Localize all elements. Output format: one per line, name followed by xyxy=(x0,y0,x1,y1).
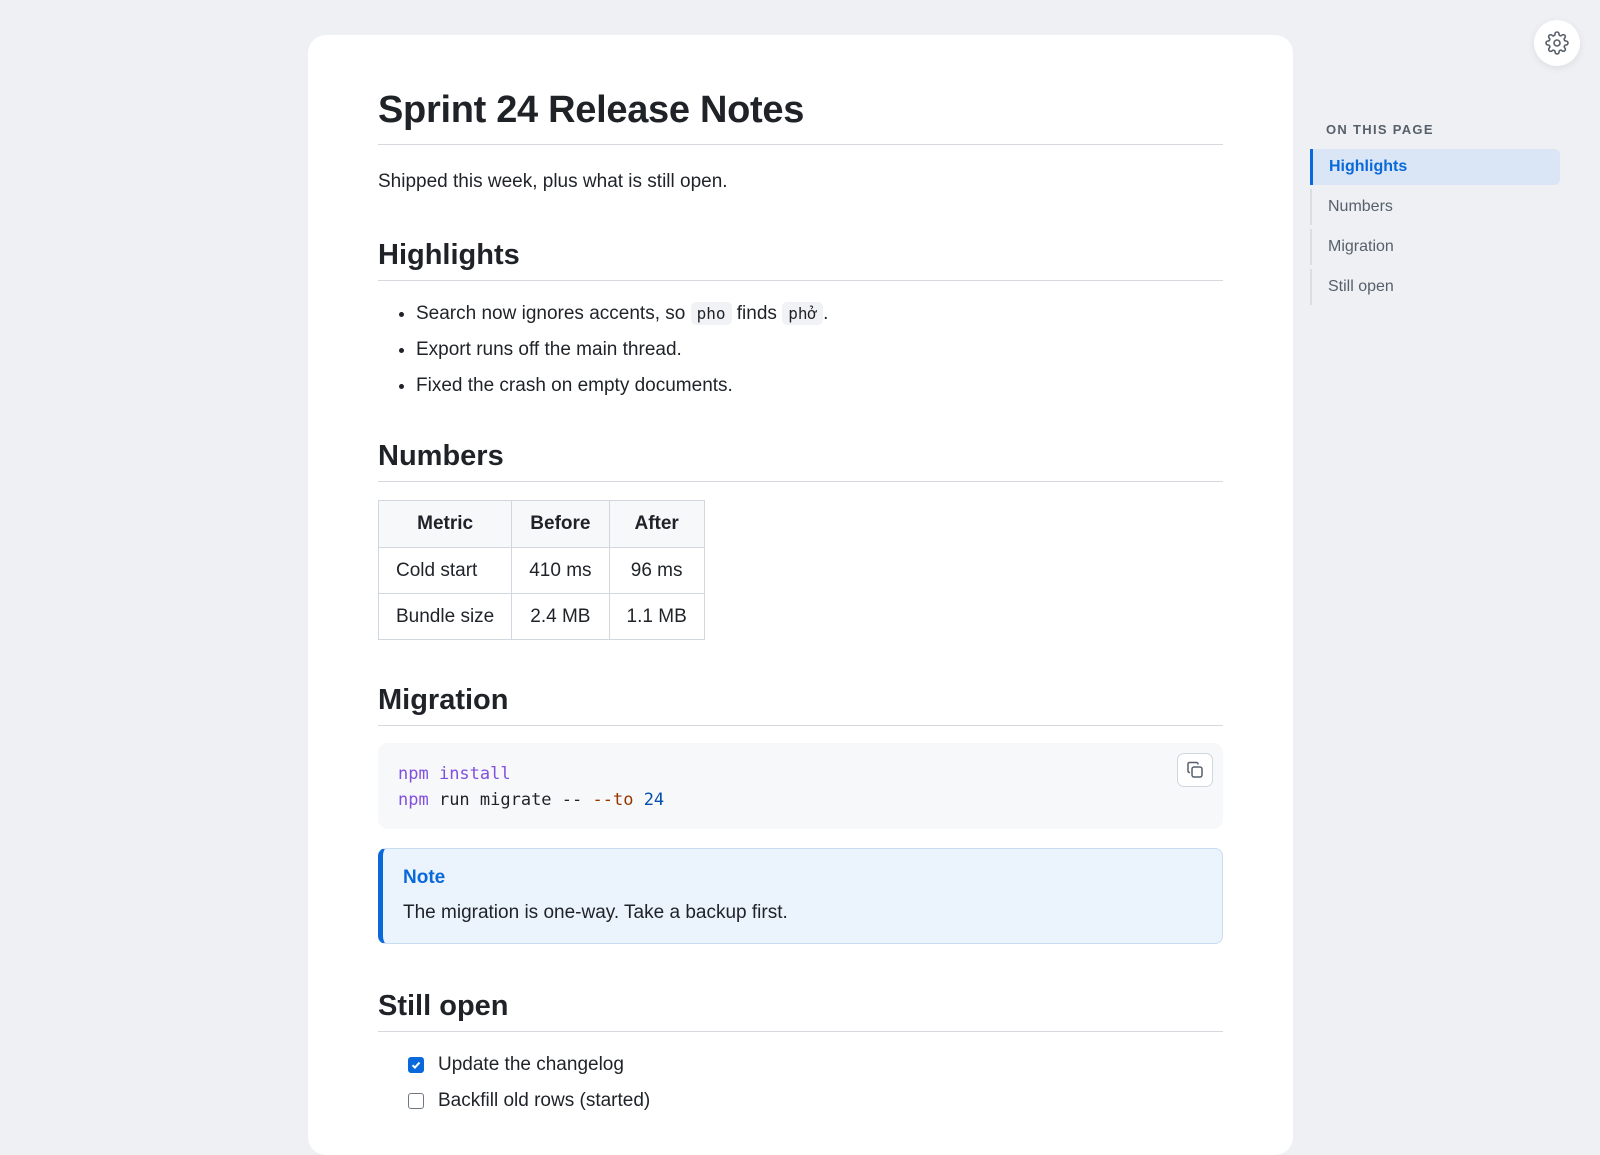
task-item: Backfill old rows (started) xyxy=(408,1088,1223,1114)
task-checkbox[interactable] xyxy=(408,1057,424,1073)
section-highlights: Highlights Search now ignores accents, s… xyxy=(378,239,1223,398)
table-row: Bundle size 2.4 MB 1.1 MB xyxy=(377,593,705,640)
code-token: install xyxy=(428,764,511,784)
copy-icon xyxy=(1187,761,1203,778)
table-cell: Cold start xyxy=(377,547,513,594)
code-token: 24 xyxy=(643,790,665,810)
check-icon xyxy=(411,1061,421,1070)
task-label: Backfill old rows (started) xyxy=(438,1090,651,1111)
column-header: After xyxy=(608,500,705,548)
table-cell: 1.1 MB xyxy=(608,593,705,640)
highlights-list: Search now ignores accents, so pho finds… xyxy=(378,301,1223,398)
table-cell: 2.4 MB xyxy=(511,593,610,640)
list-item-text: finds xyxy=(731,303,783,324)
table-cell: Bundle size xyxy=(377,593,513,640)
settings-button[interactable] xyxy=(1534,20,1580,66)
toc-item-highlights[interactable]: Highlights xyxy=(1310,149,1560,185)
inline-code: pho xyxy=(690,302,732,325)
code-token: npm xyxy=(398,790,429,810)
gear-icon xyxy=(1545,31,1569,55)
column-header: Metric xyxy=(377,500,513,548)
list-item: Export runs off the main thread. xyxy=(416,337,1223,362)
page-subtitle: Shipped this week, plus what is still op… xyxy=(378,171,728,192)
heading-still-open: Still open xyxy=(378,990,1223,1032)
code-token: npm xyxy=(398,764,429,784)
document-card: Sprint 24 Release Notes Shipped this wee… xyxy=(308,35,1293,1155)
table-cell: 96 ms xyxy=(608,547,705,594)
code-token: run migrate -- xyxy=(428,790,593,810)
callout-title: Note xyxy=(403,867,446,888)
toc-item-migration[interactable]: Migration xyxy=(1310,229,1560,265)
toc-heading: ON THIS PAGE xyxy=(1326,122,1434,137)
heading-numbers: Numbers xyxy=(378,440,1223,482)
column-header: Before xyxy=(511,500,610,548)
callout-body: The migration is one-way. Take a backup … xyxy=(403,902,788,923)
metrics-table: Metric Before After Cold start 410 ms 96… xyxy=(377,500,705,640)
task-list: Update the changelog Backfill old rows (… xyxy=(378,1052,1223,1114)
code-line: npm run migrate -- --to 24 xyxy=(398,787,1203,813)
heading-migration: Migration xyxy=(378,684,1223,726)
toc-item-numbers[interactable]: Numbers xyxy=(1310,189,1560,225)
section-migration: Migration npm install npm run migrate --… xyxy=(378,684,1223,944)
list-item-text: Search now ignores accents, so xyxy=(416,303,691,324)
table-header-row: Metric Before After xyxy=(377,500,705,548)
toc-item-still-open[interactable]: Still open xyxy=(1310,269,1560,305)
task-checkbox[interactable] xyxy=(408,1093,424,1109)
task-item: Update the changelog xyxy=(408,1052,1223,1078)
heading-highlights: Highlights xyxy=(378,239,1223,281)
code-line: npm install xyxy=(398,761,1203,787)
inline-code: phở xyxy=(782,302,824,325)
section-numbers: Numbers Metric Before After Cold start 4… xyxy=(377,440,1223,640)
list-item: Fixed the crash on empty documents. xyxy=(416,373,1223,398)
list-item-text: . xyxy=(823,303,829,324)
list-item: Search now ignores accents, so pho finds… xyxy=(416,301,1223,326)
table-of-contents: ON THIS PAGE Highlights Numbers Migratio… xyxy=(1310,122,1560,309)
code-block: npm install npm run migrate -- --to 24 xyxy=(378,743,1223,829)
table-row: Cold start 410 ms 96 ms xyxy=(377,547,705,594)
task-label: Update the changelog xyxy=(438,1054,624,1075)
page-title: Sprint 24 Release Notes xyxy=(378,89,1223,145)
section-still-open: Still open Update the changelog Backfill… xyxy=(378,990,1223,1114)
note-callout: Note The migration is one-way. Take a ba… xyxy=(378,848,1223,944)
code-token: --to xyxy=(592,790,634,810)
table-cell: 410 ms xyxy=(511,547,610,594)
copy-code-button[interactable] xyxy=(1177,753,1213,787)
